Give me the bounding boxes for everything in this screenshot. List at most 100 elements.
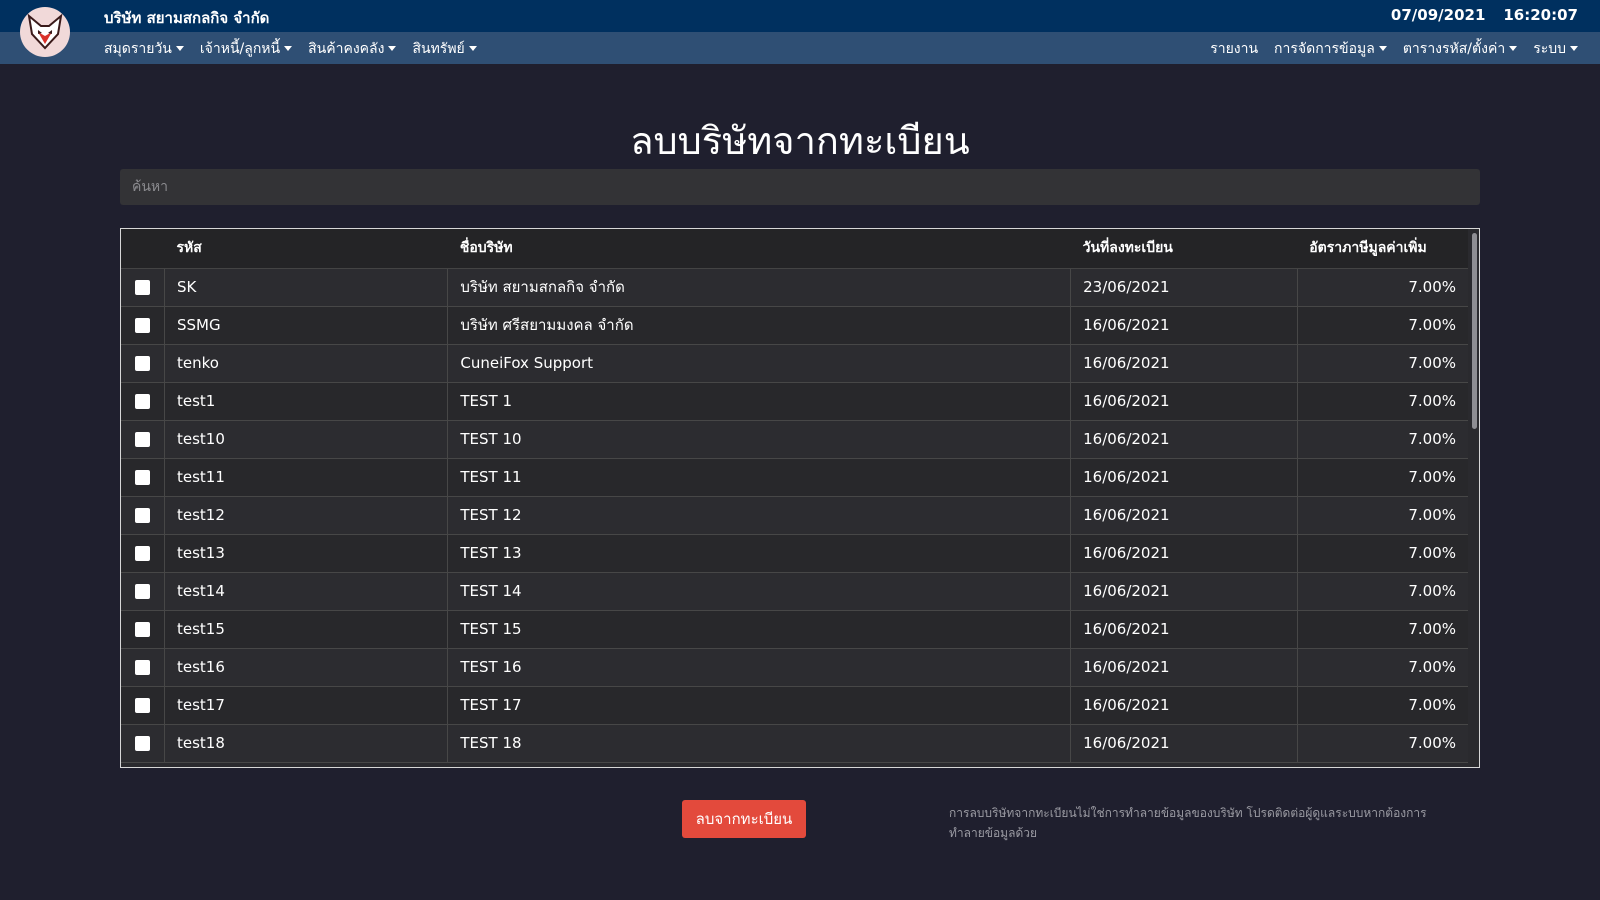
- row-checkbox[interactable]: [135, 393, 150, 409]
- nav-right: รายงาน การจัดการข้อมูล ตารางรหัส/ตั้งค่า ระ…: [1210, 38, 1578, 60]
- cell-vat: 7.00%: [1408, 392, 1456, 410]
- table-row[interactable]: test11 TEST 11 16/06/2021 7.00%: [121, 458, 1468, 496]
- header-code[interactable]: รหัส: [164, 229, 448, 269]
- company-table-container[interactable]: รหัส ชื่อบริษัท วันที่ลงทะเบียน อัตราภาษ…: [120, 228, 1480, 768]
- cell-vat: 7.00%: [1408, 658, 1456, 676]
- cell-date: 16/06/2021: [1070, 686, 1298, 724]
- cell-code: SK: [164, 268, 449, 306]
- table-row[interactable]: SSMG บริษัท ศรีสยามมงคล จำกัด 16/06/2021 7.…: [121, 306, 1468, 344]
- header-select: [121, 229, 165, 269]
- nav-item-label: สมุดรายวัน: [104, 41, 172, 57]
- cell-name: TEST 1: [447, 382, 1072, 420]
- nav-item-left-3[interactable]: สินทรัพย์: [412, 38, 477, 60]
- nav-item-right-0[interactable]: รายงาน: [1210, 38, 1258, 60]
- row-checkbox[interactable]: [135, 469, 150, 485]
- company-name: บริษัท สยามสกลกิจ จำกัด: [104, 9, 270, 27]
- row-checkbox[interactable]: [135, 507, 150, 523]
- cell-name: TEST 17: [447, 686, 1072, 724]
- cell-code: test13: [164, 534, 449, 572]
- row-checkbox[interactable]: [135, 279, 150, 295]
- cell-date: 23/06/2021: [1070, 268, 1298, 306]
- table-row[interactable]: test18 TEST 18 16/06/2021 7.00%: [121, 724, 1468, 762]
- table-row[interactable]: test15 TEST 15 16/06/2021 7.00%: [121, 610, 1468, 648]
- row-checkbox[interactable]: [135, 697, 150, 713]
- header-date[interactable]: วันที่ลงทะเบียน: [1070, 229, 1298, 269]
- cell-code: test1: [164, 382, 449, 420]
- cell-date: 16/06/2021: [1070, 306, 1298, 344]
- row-select-cell: [121, 344, 165, 382]
- row-checkbox[interactable]: [135, 431, 150, 447]
- cell-name: TEST 10: [447, 420, 1072, 458]
- row-checkbox[interactable]: [135, 583, 150, 599]
- header-name[interactable]: ชื่อบริษัท: [447, 229, 1071, 269]
- cell-date: 16/06/2021: [1070, 648, 1298, 686]
- row-select-cell: [121, 648, 165, 686]
- nav-item-left-1[interactable]: เจ้าหนี้/ลูกหนี้: [200, 38, 293, 60]
- row-checkbox[interactable]: [135, 735, 150, 751]
- row-select-cell: [121, 458, 165, 496]
- cell-date: 16/06/2021: [1070, 458, 1298, 496]
- row-select-cell: [121, 420, 165, 458]
- cell-vat: 7.00%: [1408, 430, 1456, 448]
- cell-name: บริษัท สยามสกลกิจ จำกัด: [447, 268, 1072, 306]
- cell-name: CuneiFox Support: [447, 344, 1072, 382]
- nav-item-right-1[interactable]: การจัดการข้อมูล: [1274, 38, 1387, 60]
- cell-code: test18: [164, 724, 449, 762]
- nav-item-right-2[interactable]: ตารางรหัส/ตั้งค่า: [1403, 38, 1518, 60]
- delete-from-registry-button[interactable]: ลบจากทะเบียน: [682, 800, 806, 838]
- row-checkbox[interactable]: [135, 545, 150, 561]
- datetime: 07/09/2021 16:20:07: [1391, 6, 1578, 24]
- table-row[interactable]: test17 TEST 17 16/06/2021 7.00%: [121, 686, 1468, 724]
- cell-vat: 7.00%: [1408, 734, 1456, 752]
- table-row[interactable]: test12 TEST 12 16/06/2021 7.00%: [121, 496, 1468, 534]
- caret-down-icon: [468, 45, 477, 51]
- cell-vat: 7.00%: [1408, 506, 1456, 524]
- cell-date: 16/06/2021: [1070, 496, 1298, 534]
- cell-name: TEST 18: [447, 724, 1072, 762]
- cell-code: test17: [164, 686, 449, 724]
- nav-item-label: สินทรัพย์: [412, 41, 465, 57]
- caret-down-icon: [175, 45, 184, 51]
- table-row[interactable]: test1 TEST 1 16/06/2021 7.00%: [121, 382, 1468, 420]
- row-select-cell: [121, 724, 165, 762]
- row-checkbox[interactable]: [135, 659, 150, 675]
- row-select-cell: [121, 268, 165, 306]
- cell-vat: 7.00%: [1408, 468, 1456, 486]
- page-title: ลบบริษัทจากทะเบียน: [630, 119, 970, 164]
- table-row[interactable]: test13 TEST 13 16/06/2021 7.00%: [121, 534, 1468, 572]
- header-vat[interactable]: อัตราภาษีมูลค่าเพิ่ม: [1297, 229, 1468, 269]
- cell-name: TEST 11: [447, 458, 1072, 496]
- nav-item-right-3[interactable]: ระบบ: [1533, 38, 1578, 60]
- row-select-cell: [121, 496, 165, 534]
- row-checkbox[interactable]: [135, 621, 150, 637]
- nav-item-left-2[interactable]: สินค้าคงคลัง: [308, 38, 397, 60]
- row-checkbox[interactable]: [135, 355, 150, 371]
- fox-logo-icon[interactable]: [20, 7, 70, 57]
- table-row[interactable]: SK บริษัท สยามสกลกิจ จำกัด 23/06/2021 7.00%: [121, 268, 1468, 306]
- table-row[interactable]: tenko CuneiFox Support 16/06/2021 7.00%: [121, 344, 1468, 382]
- nav-item-label: รายงาน: [1210, 41, 1259, 57]
- cell-name: บริษัท ศรีสยามมงคล จำกัด: [447, 306, 1072, 344]
- cell-date: 16/06/2021: [1070, 724, 1298, 762]
- cell-date: 16/06/2021: [1070, 420, 1298, 458]
- nav-item-label: สินค้าคงคลัง: [308, 41, 385, 57]
- caret-down-icon: [1570, 45, 1578, 51]
- current-time: 16:20:07: [1503, 6, 1578, 24]
- nav-item-left-0[interactable]: สมุดรายวัน: [104, 38, 184, 60]
- cell-code: test12: [164, 496, 449, 534]
- search-input[interactable]: [120, 169, 1480, 205]
- table-row[interactable]: test10 TEST 10 16/06/2021 7.00%: [121, 420, 1468, 458]
- table-row[interactable]: test16 TEST 16 16/06/2021 7.00%: [121, 648, 1468, 686]
- caret-down-icon: [388, 45, 397, 51]
- cell-vat: 7.00%: [1408, 278, 1456, 296]
- row-select-cell: [121, 534, 165, 572]
- row-checkbox[interactable]: [135, 317, 150, 333]
- row-select-cell: [121, 572, 165, 610]
- cell-code: test11: [164, 458, 449, 496]
- nav-item-label: การจัดการข้อมูล: [1274, 41, 1375, 57]
- table-scrollbar[interactable]: [1472, 233, 1477, 429]
- nav-left: สมุดรายวัน เจ้าหนี้/ลูกหนี้ สินค้าคงคลัง สิ…: [104, 38, 477, 60]
- table-row[interactable]: test14 TEST 14 16/06/2021 7.00%: [121, 572, 1468, 610]
- cell-date: 16/06/2021: [1070, 382, 1298, 420]
- cell-date: 16/06/2021: [1070, 344, 1298, 382]
